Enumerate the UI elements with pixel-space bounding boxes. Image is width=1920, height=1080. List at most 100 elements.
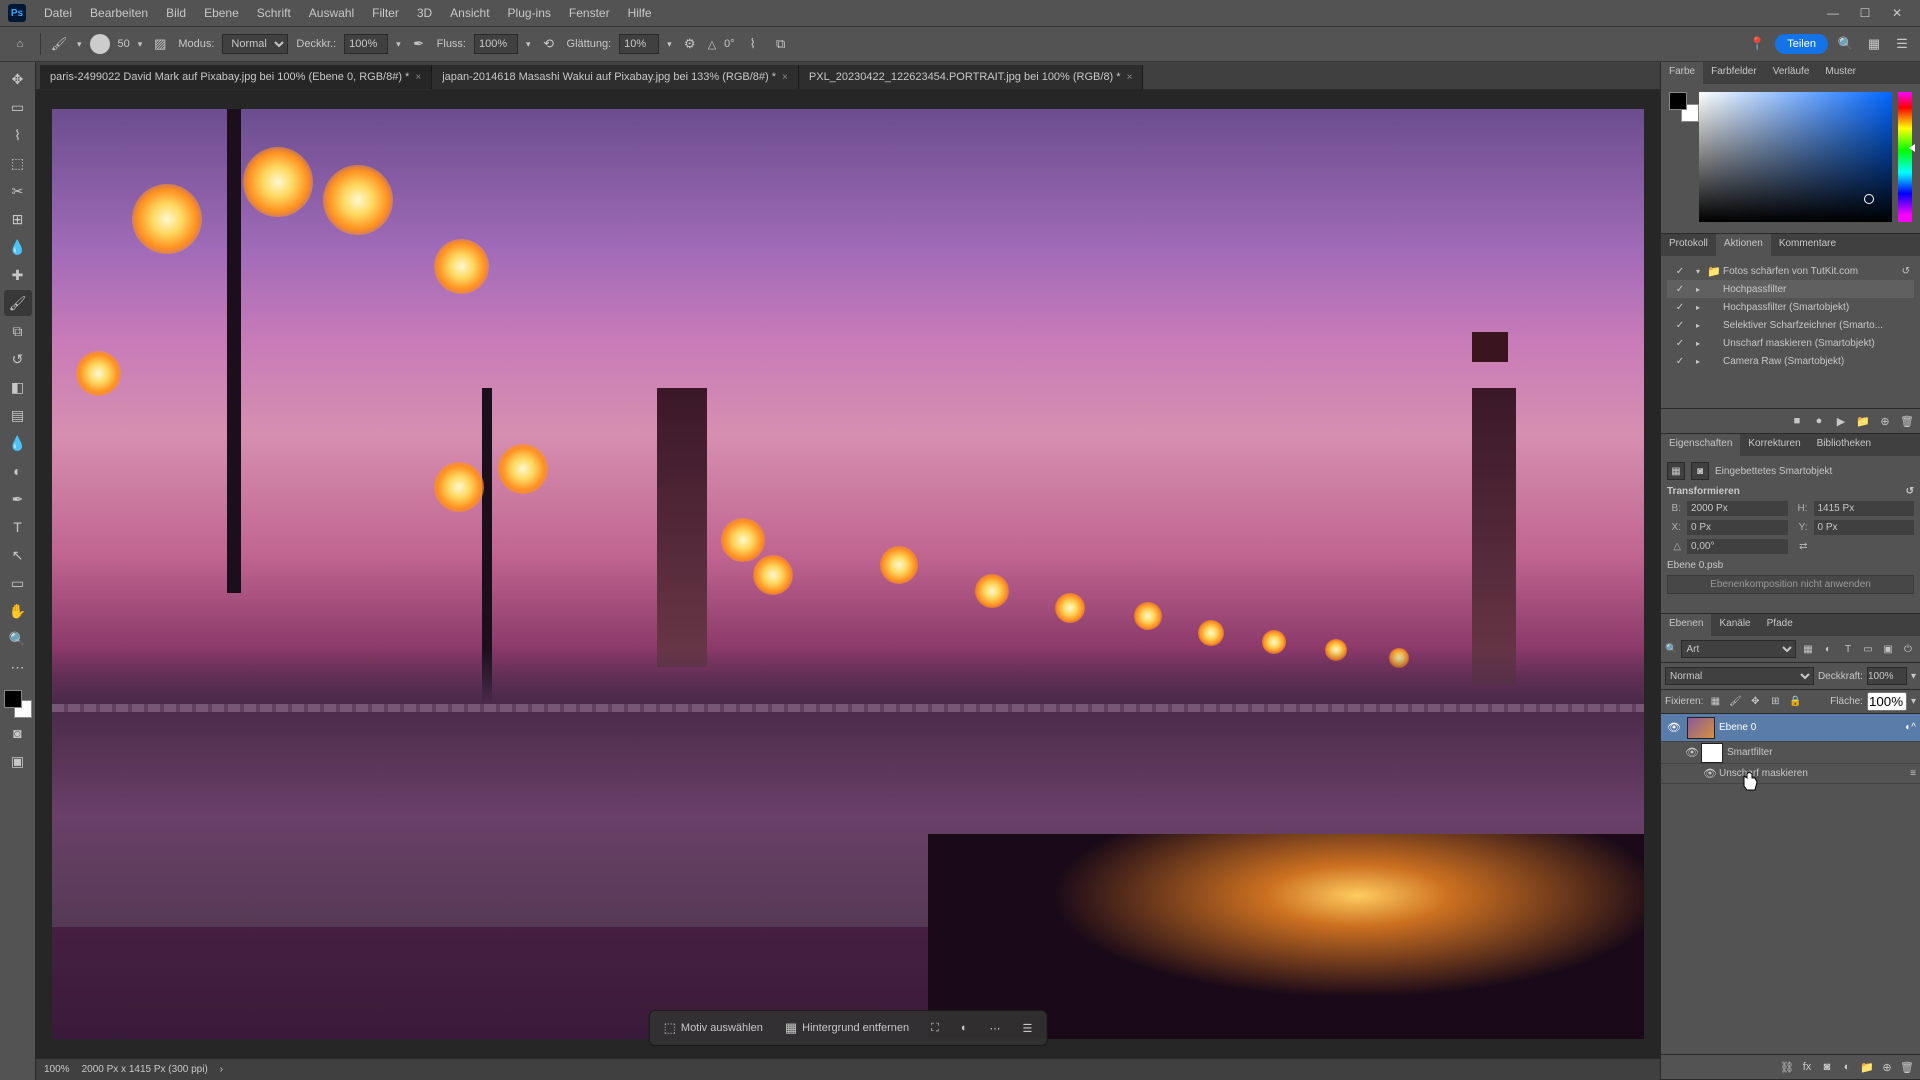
- layer-blend-select[interactable]: Normal: [1665, 667, 1814, 685]
- filter-search-icon[interactable]: 🔍: [1665, 644, 1677, 655]
- filter-shape-icon[interactable]: ▭: [1860, 641, 1876, 657]
- properties-icon[interactable]: ☰: [1017, 1019, 1039, 1038]
- layer-row[interactable]: 👁 Ebene 0 ◐ ^: [1661, 714, 1920, 742]
- airbrush-icon[interactable]: ⟲: [539, 34, 559, 54]
- eyedropper-tool[interactable]: 💧: [4, 234, 32, 260]
- close-icon[interactable]: ×: [1127, 72, 1133, 83]
- check-icon[interactable]: ✓: [1671, 302, 1689, 313]
- tab-protokoll[interactable]: Protokoll: [1661, 234, 1716, 256]
- new-layer-icon[interactable]: ⊕: [1878, 1059, 1896, 1075]
- flip-h-icon[interactable]: ⇄: [1794, 541, 1808, 552]
- menu-view[interactable]: Ansicht: [442, 2, 497, 24]
- tab-ebenen[interactable]: Ebenen: [1661, 614, 1711, 636]
- pressure-opacity-icon[interactable]: ✒: [409, 34, 429, 54]
- status-chevron-icon[interactable]: ›: [220, 1064, 223, 1075]
- screenmode-tool[interactable]: ▣: [4, 748, 32, 774]
- opacity-chevron-icon[interactable]: ▾: [1911, 671, 1916, 682]
- check-icon[interactable]: ✓: [1671, 356, 1689, 367]
- marquee-tool[interactable]: ▭: [4, 94, 32, 120]
- menu-select[interactable]: Auswahl: [301, 2, 362, 24]
- fill-chevron-icon[interactable]: ▾: [1911, 696, 1916, 707]
- new-action-icon[interactable]: ⊕: [1876, 413, 1894, 429]
- visibility-icon[interactable]: 👁: [1701, 767, 1719, 780]
- tab-kommentare[interactable]: Kommentare: [1771, 234, 1844, 256]
- action-item[interactable]: ✓▸Hochpassfilter (Smartobjekt): [1667, 298, 1914, 316]
- check-icon[interactable]: ✓: [1671, 266, 1689, 277]
- action-item[interactable]: ✓▸Hochpassfilter: [1667, 280, 1914, 298]
- zoom-tool[interactable]: 🔍: [4, 626, 32, 652]
- close-icon[interactable]: ×: [415, 72, 421, 83]
- doc-tab-3[interactable]: PXL_20230422_122623454.PORTRAIT.jpg bei …: [799, 65, 1144, 89]
- brush-preview[interactable]: [90, 34, 110, 54]
- window-maximize-button[interactable]: ☐: [1850, 3, 1880, 23]
- smoothing-options-icon[interactable]: ⚙: [680, 34, 700, 54]
- filter-name[interactable]: Unscharf maskieren: [1719, 768, 1910, 779]
- tab-bibliotheken[interactable]: Bibliotheken: [1809, 434, 1879, 456]
- trash-icon[interactable]: 🗑: [1898, 413, 1916, 429]
- pen-tool[interactable]: ✒: [4, 486, 32, 512]
- stop-icon[interactable]: ■: [1788, 413, 1806, 429]
- foreground-color-swatch[interactable]: [4, 690, 22, 708]
- brush-tool[interactable]: 🖌: [4, 290, 32, 316]
- action-item[interactable]: ✓▸Camera Raw (Smartobjekt): [1667, 352, 1914, 370]
- filter-options-icon[interactable]: ≡: [1910, 768, 1916, 779]
- layer-filter-select[interactable]: Art: [1681, 640, 1796, 658]
- record-icon[interactable]: ●: [1810, 413, 1828, 429]
- move-tool[interactable]: ✥: [4, 66, 32, 92]
- filter-smart-icon[interactable]: ▣: [1880, 641, 1896, 657]
- quickmask-tool[interactable]: ◙: [4, 720, 32, 746]
- arrange-icon[interactable]: ☰: [1892, 34, 1912, 54]
- filter-adjust-icon[interactable]: ◐: [1820, 641, 1836, 657]
- brush-size-value[interactable]: 50: [118, 38, 130, 50]
- w-input[interactable]: 2000 Px: [1687, 501, 1788, 516]
- filter-mask-thumb[interactable]: [1701, 743, 1723, 763]
- crop-tool[interactable]: ✂: [4, 178, 32, 204]
- lock-position-icon[interactable]: ✥: [1747, 694, 1763, 710]
- symmetry-icon[interactable]: ⧉: [771, 34, 791, 54]
- tool-preset-chevron-icon[interactable]: ▾: [77, 39, 82, 50]
- brush-tool-icon[interactable]: 🖌: [49, 34, 69, 54]
- menu-layer[interactable]: Ebene: [196, 2, 247, 24]
- layer-thumb[interactable]: [1687, 717, 1715, 739]
- doc-info[interactable]: 2000 Px x 1415 Px (300 ppi): [82, 1064, 208, 1075]
- opacity-input[interactable]: [344, 34, 388, 54]
- close-icon[interactable]: ×: [782, 72, 788, 83]
- hue-indicator-icon[interactable]: [1909, 144, 1915, 152]
- window-close-button[interactable]: ✕: [1882, 3, 1912, 23]
- expand-icon[interactable]: ▸: [1689, 303, 1707, 312]
- canvas[interactable]: [52, 109, 1644, 1038]
- check-icon[interactable]: ✓: [1671, 338, 1689, 349]
- color-field[interactable]: [1699, 92, 1892, 222]
- fx-icon[interactable]: fx: [1798, 1059, 1816, 1075]
- brush-settings-icon[interactable]: ▨: [150, 34, 170, 54]
- select-subject-button[interactable]: ⬚Motiv auswählen: [658, 1017, 769, 1039]
- angle-value[interactable]: 0°: [724, 38, 735, 50]
- doc-tab-2[interactable]: japan-2014618 Masashi Wakui auf Pixabay.…: [432, 65, 799, 89]
- play-icon[interactable]: ▶: [1832, 413, 1850, 429]
- angle-input[interactable]: 0,00°: [1687, 539, 1788, 554]
- link-layers-icon[interactable]: ⛓: [1778, 1059, 1796, 1075]
- check-icon[interactable]: ✓: [1671, 284, 1689, 295]
- fill-input[interactable]: [1867, 692, 1907, 711]
- healing-tool[interactable]: ✚: [4, 262, 32, 288]
- brush-picker-chevron-icon[interactable]: ▾: [138, 39, 143, 50]
- flow-chevron-icon[interactable]: ▾: [526, 39, 531, 50]
- expand-icon[interactable]: ▾: [1689, 267, 1707, 276]
- tab-eigenschaften[interactable]: Eigenschaften: [1661, 434, 1740, 456]
- lock-transparent-icon[interactable]: ▦: [1707, 694, 1723, 710]
- menu-image[interactable]: Bild: [158, 2, 194, 24]
- filter-pixel-icon[interactable]: ▦: [1800, 641, 1816, 657]
- menu-help[interactable]: Hilfe: [620, 2, 660, 24]
- menu-3d[interactable]: 3D: [409, 2, 440, 24]
- dodge-tool[interactable]: ◐: [4, 458, 32, 484]
- filter-toggle-icon[interactable]: ⏻: [1900, 641, 1916, 657]
- menu-window[interactable]: Fenster: [561, 2, 618, 24]
- filter-type-icon[interactable]: T: [1840, 641, 1856, 657]
- lasso-tool[interactable]: ⌇: [4, 122, 32, 148]
- expand-icon[interactable]: ▸: [1689, 321, 1707, 330]
- layer-name[interactable]: Ebene 0: [1719, 722, 1905, 733]
- menu-filter[interactable]: Filter: [364, 2, 407, 24]
- hand-tool[interactable]: ✋: [4, 598, 32, 624]
- action-set-row[interactable]: ✓ ▾ 📁 Fotos schärfen von TutKit.com ↺: [1667, 262, 1914, 280]
- flow-input[interactable]: [474, 34, 518, 54]
